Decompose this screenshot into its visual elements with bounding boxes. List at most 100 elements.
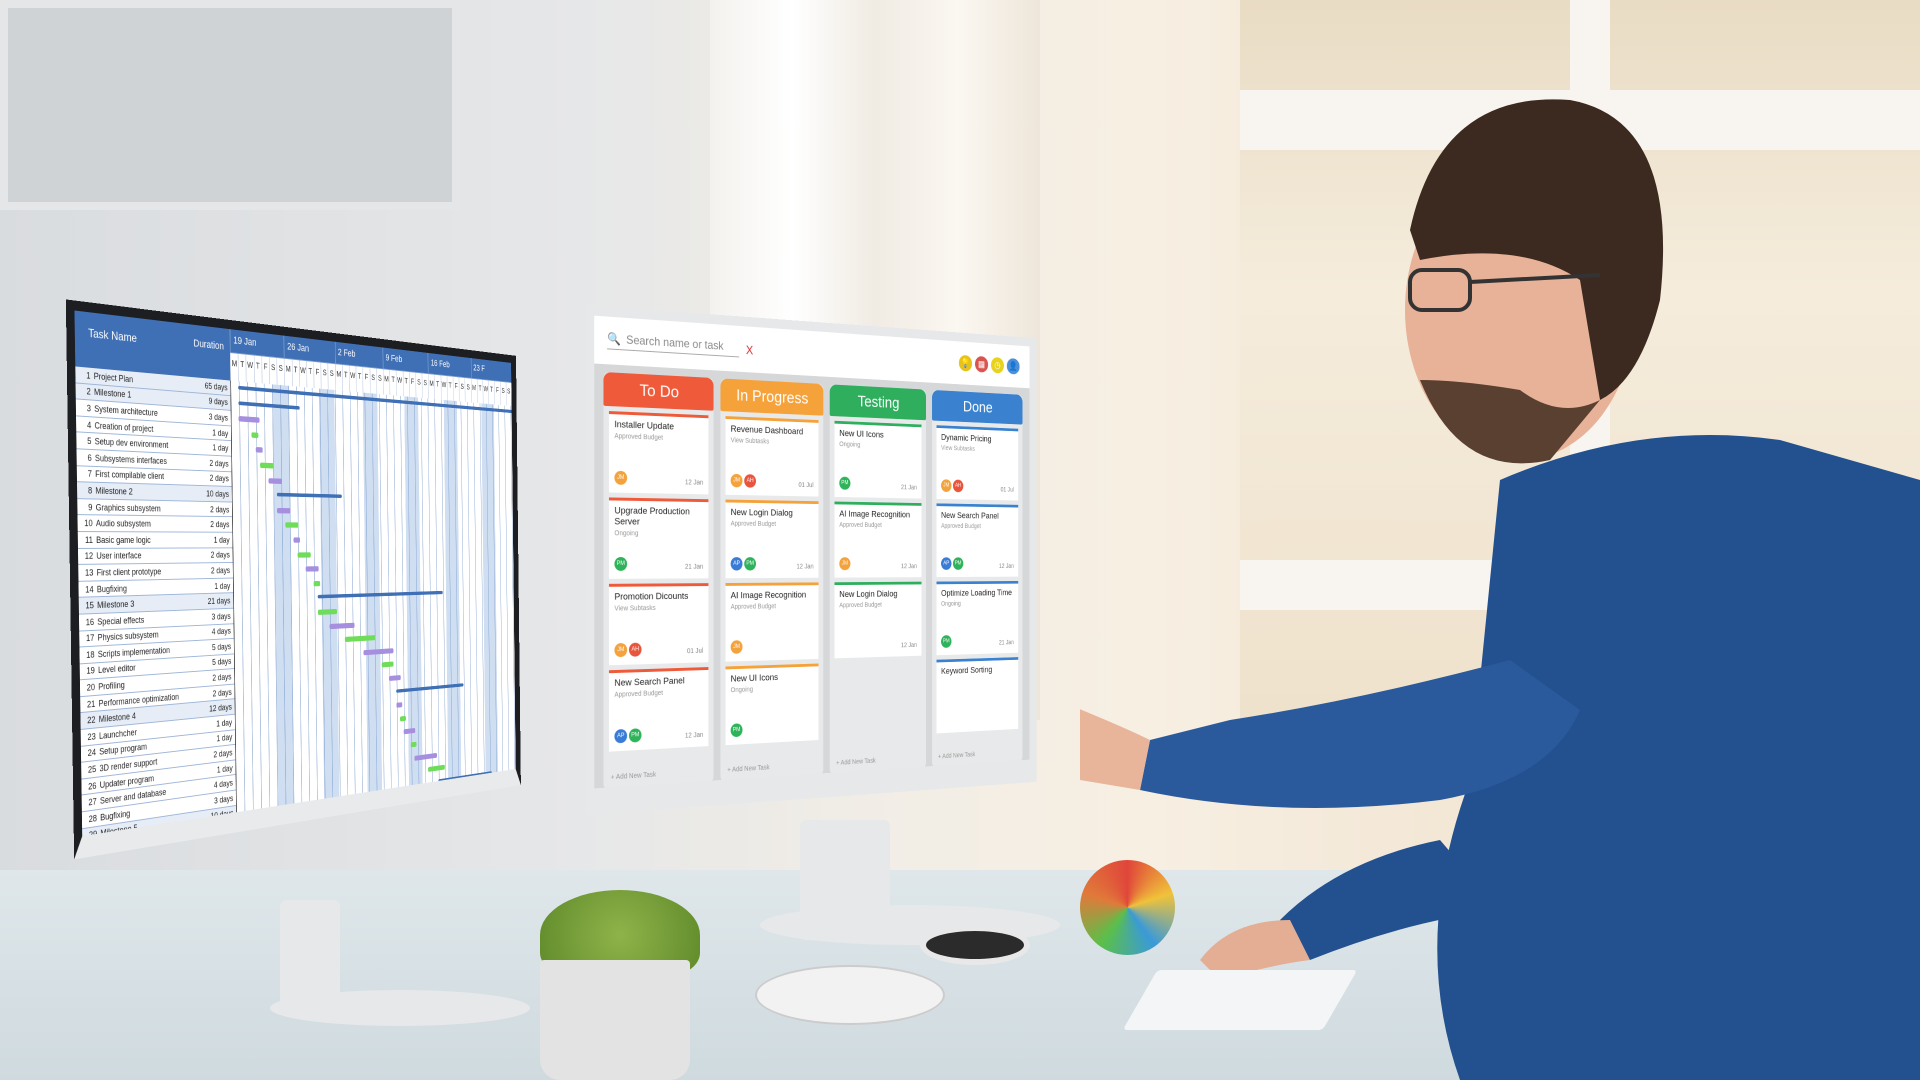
avatar[interactable]: PM [614,557,628,571]
avatar[interactable]: AP [614,728,628,744]
card-date: 12 Jan [684,731,704,740]
task-bar[interactable] [317,608,338,615]
task-bar[interactable] [238,416,260,424]
task-card[interactable]: Promotion Dicounts View Subtasks JM AH 01 Ju… [608,583,709,666]
task-bar[interactable] [268,477,283,484]
avatar[interactable]: JM [614,642,628,658]
task-bar[interactable] [305,566,319,572]
lightbulb-icon[interactable]: 💡 [958,354,973,372]
task-number: 5 [87,436,92,447]
task-card[interactable]: New Login Dialog Approved Budget 12 Jan [834,581,922,659]
weekend-shade [362,392,383,803]
task-bar[interactable] [428,764,445,773]
add-new-task-button[interactable]: + Add New Task [603,760,713,789]
task-row[interactable]: 11 Basic game logic 1 day [77,531,233,549]
task-bar[interactable] [388,675,401,682]
left-monitor-base [270,990,530,1026]
task-bar[interactable] [381,661,394,668]
task-bar[interactable] [329,622,355,629]
task-duration: 3 days [214,793,234,806]
task-bar[interactable] [293,537,301,543]
task-card[interactable]: Optimize Loading Time Ongoing PM 21 Jan [936,580,1019,656]
task-row[interactable]: 9 Graphics subsystem 2 days [77,498,233,518]
task-bar[interactable] [400,715,406,722]
task-duration: 1 day [214,580,231,591]
avatar[interactable]: AH [744,474,756,488]
calendar-icon[interactable]: ▦ [975,355,989,373]
day-label: S [505,382,512,407]
task-card[interactable]: Installer Update Approved Budget JM 12 Jan [608,411,709,495]
card-title: Keyword Sorting [941,665,993,677]
task-number: 10 [84,518,93,529]
avatar[interactable]: JM [730,473,743,488]
card-date: 21 Jan [684,563,704,571]
card-title: New Search Panel [614,675,685,689]
task-card[interactable]: Dynamic Pricing View Subtasks JM AH 01 Jul [936,425,1019,501]
task-bar[interactable] [260,462,274,469]
task-row[interactable]: 10 Audio subsystem 2 days [77,515,233,533]
avatar[interactable]: JM [839,557,851,571]
task-card[interactable]: New Search Panel Approved Budget AP PM 12 Ja… [936,503,1019,578]
avatar[interactable]: PM [941,635,952,648]
task-card[interactable]: Upgrade Production Server Ongoing PM 21 Jan [608,497,709,579]
task-bar[interactable] [297,551,311,558]
task-bar[interactable] [277,507,291,514]
task-bar[interactable] [285,522,299,529]
task-card[interactable]: New UI Icons Ongoing PM [725,663,819,746]
search-input[interactable]: 🔍 Search name or task [607,331,740,358]
avatar[interactable]: JM [941,479,952,493]
avatar[interactable]: PM [744,557,756,571]
avatar[interactable]: PM [628,728,642,743]
task-name: Graphics subsystem [95,502,161,513]
weekend-shade [443,399,462,790]
task-number: 25 [87,763,97,775]
task-bar[interactable] [251,432,259,438]
card-assignees: PM [941,635,952,648]
task-bar[interactable] [410,741,417,748]
task-bar[interactable] [363,648,394,656]
task-duration: 9 days [208,396,228,408]
add-new-task-button[interactable]: + Add New Task [932,742,1022,768]
user-icon[interactable]: 👤 [1006,357,1020,375]
avatar[interactable]: AP [730,557,743,571]
card-subtitle: Approved Budget [839,602,882,610]
task-card[interactable]: Revenue Dashboard View Subtasks JM AH 01 Jul [725,416,819,497]
task-card[interactable]: Keyword Sorting [936,657,1019,734]
task-bar[interactable] [313,580,321,587]
task-bar[interactable] [255,447,263,454]
task-number: 17 [85,633,95,644]
task-card[interactable]: New UI Icons Ongoing PM 21 Jan [834,420,922,499]
avatar[interactable]: AH [628,642,642,657]
task-name: User interface [96,550,142,562]
add-new-task-button[interactable]: + Add New Task [830,748,926,775]
clear-search-button[interactable]: X [746,342,753,357]
task-duration: 2 days [212,687,232,699]
card-date: 01 Jul [798,482,814,490]
task-card[interactable]: AI Image Recognition Approved Budget JM 12 … [834,501,922,578]
card-subtitle: View Subtasks [730,437,770,446]
task-card[interactable]: New Search Panel Approved Budget AP PM 12 Ja… [608,667,709,752]
avatar[interactable]: PM [730,723,743,738]
card-date: 21 Jan [998,639,1014,647]
task-number: 15 [85,600,94,611]
clock-icon[interactable]: ◷ [990,356,1004,374]
add-new-task-button[interactable]: + Add New Task [720,754,823,782]
task-duration: 3 days [208,411,229,423]
task-card[interactable]: AI Image Recognition Approved Budget JM [725,582,819,662]
task-card[interactable]: New Login Dialog Approved Budget AP PM 12 Ja… [725,499,819,579]
hand-pointing [1080,709,1150,790]
card-date: 12 Jan [900,642,917,650]
task-number: 7 [87,469,92,480]
card-subtitle: View Subtasks [614,605,656,613]
summary-bar[interactable] [238,400,300,410]
avatar[interactable]: JM [730,640,743,654]
avatar[interactable]: AH [952,479,964,493]
avatar[interactable]: PM [839,476,851,490]
avatar[interactable]: AP [941,557,952,570]
avatar[interactable]: PM [952,557,964,570]
summary-bar[interactable] [438,770,492,783]
avatar[interactable]: JM [614,470,628,485]
person [1080,99,1920,1080]
task-bar[interactable] [396,702,403,708]
card-assignees: AP PM [730,557,756,571]
